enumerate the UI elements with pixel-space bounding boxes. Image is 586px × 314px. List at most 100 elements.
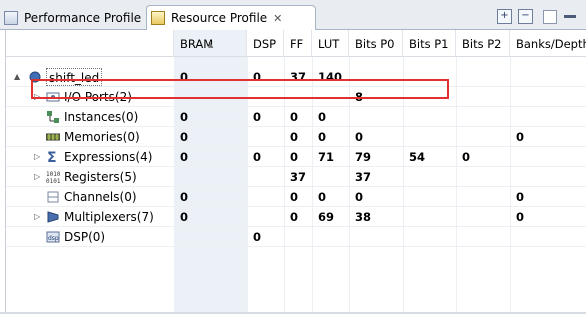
- cell-banks-depth: 0: [516, 130, 525, 144]
- memory-icon: [46, 133, 60, 141]
- cell-lut: [312, 227, 318, 247]
- cell-lut: [312, 167, 318, 187]
- cell-bram: 0: [180, 110, 189, 124]
- cell-bits-p1: 54: [409, 150, 426, 164]
- cell-bits-p0: 0: [355, 190, 364, 204]
- cell-bits-p2: [456, 207, 462, 227]
- cell-bits-p1: [403, 207, 409, 227]
- row-name: Memories(0): [64, 130, 140, 144]
- sort-indicator-icon: ▲: [208, 41, 214, 49]
- row-name: Expressions(4): [64, 150, 153, 164]
- cell-lut: 69: [318, 210, 335, 224]
- cell-bits-p0: 0: [355, 130, 364, 144]
- performance-profile-icon: [4, 10, 18, 25]
- cell-banks-depth: 0: [516, 190, 525, 204]
- table-row[interactable]: ▷ Multiplexers(7) 0 0 69 38 0: [6, 207, 586, 227]
- header-bits-p2[interactable]: Bits P2: [456, 30, 510, 57]
- close-icon[interactable]: ✕: [273, 12, 282, 25]
- minimize-icon[interactable]: [564, 15, 576, 18]
- cell-bits-p1: [403, 167, 409, 187]
- row-name: DSP(0): [64, 230, 106, 244]
- cell-bram: [174, 167, 180, 187]
- cell-bits-p2: [456, 87, 462, 107]
- header-bits-p1[interactable]: Bits P1: [403, 30, 456, 57]
- cell-banks-depth: [510, 147, 516, 167]
- resource-table: ▲ BRAM DSP FF LUT Bits P0 Bits P1 Bits P…: [5, 30, 586, 314]
- resource-profile-icon: [151, 11, 165, 25]
- view-menu-icon[interactable]: [543, 10, 557, 24]
- cell-ff: [284, 227, 290, 247]
- header-bits-p0[interactable]: Bits P0: [349, 30, 403, 57]
- cell-bits-p2: [456, 167, 462, 187]
- table-row[interactable]: ▷ 1010 0101 Registers(5) 37 37: [6, 167, 586, 187]
- cell-bits-p2: [456, 67, 462, 87]
- cell-ff: 0: [290, 190, 299, 204]
- cell-lut: 0: [318, 110, 327, 124]
- cell-dsp: [247, 127, 253, 147]
- cell-bits-p0: [349, 227, 355, 247]
- cell-lut: 0: [318, 190, 327, 204]
- cell-bram: [174, 227, 180, 247]
- cell-banks-depth: [510, 87, 516, 107]
- cell-dsp: 0: [253, 230, 262, 244]
- expand-all-icon[interactable]: +: [497, 9, 512, 24]
- mux-icon: [47, 211, 59, 223]
- expand-toggle-icon[interactable]: ▷: [34, 167, 40, 187]
- cell-bits-p0: 79: [355, 150, 372, 164]
- cell-bits-p1: [403, 227, 409, 247]
- header-banks-depth[interactable]: Banks/Depth: [510, 30, 586, 57]
- table-header: ▲ BRAM DSP FF LUT Bits P0 Bits P1 Bits P…: [6, 30, 586, 57]
- cell-lut: 0: [318, 130, 327, 144]
- cell-bits-p2: [456, 187, 462, 207]
- svg-text:1010: 1010: [46, 171, 60, 178]
- tab-performance-profile[interactable]: Performance Profile: [4, 5, 146, 30]
- expand-toggle-icon[interactable]: ▲: [14, 67, 20, 87]
- header-bram[interactable]: ▲ BRAM: [174, 30, 247, 57]
- row-name: Instances(0): [64, 110, 139, 124]
- cell-dsp: 0: [253, 150, 262, 164]
- table-row[interactable]: ▷ Σ Expressions(4) 0 0 0 71 79 54 0: [6, 147, 586, 167]
- header-dsp[interactable]: DSP: [247, 30, 284, 57]
- expand-toggle-icon[interactable]: ▷: [34, 147, 40, 167]
- io-ports-highlight-box: [31, 79, 449, 99]
- cell-ff: 0: [290, 130, 299, 144]
- cell-bits-p1: [403, 107, 409, 127]
- cell-banks-depth: 0: [516, 210, 525, 224]
- collapse-all-icon[interactable]: −: [518, 9, 533, 24]
- header-name[interactable]: [6, 30, 174, 57]
- tab-label: Performance Profile: [24, 10, 142, 25]
- table-row[interactable]: Instances(0) 0 0 0 0: [6, 107, 586, 127]
- cell-banks-depth: [510, 227, 516, 247]
- table-row[interactable]: Memories(0) 0 0 0 0 0: [6, 127, 586, 147]
- cell-lut: 71: [318, 150, 335, 164]
- instances-icon: [47, 111, 59, 123]
- cell-dsp: [247, 167, 253, 187]
- cell-dsp: [247, 187, 253, 207]
- registers-icon: 10100101: [46, 171, 60, 184]
- cell-bits-p2: [456, 127, 462, 147]
- cell-bits-p2: [456, 227, 462, 247]
- cell-bits-p0: [349, 107, 355, 127]
- svg-text:Σ: Σ: [47, 150, 57, 164]
- cell-bram: 0: [180, 150, 189, 164]
- tab-resource-profile[interactable]: Resource Profile ✕: [146, 5, 316, 30]
- cell-banks-depth: [510, 167, 516, 187]
- dsp-icon: dsp: [46, 231, 60, 243]
- tab-label: Resource Profile: [171, 11, 268, 25]
- expand-toggle-icon[interactable]: ▷: [34, 207, 40, 227]
- header-lut[interactable]: LUT: [312, 30, 349, 57]
- cell-bram: 0: [180, 210, 189, 224]
- table-row[interactable]: dsp DSP(0) 0: [6, 227, 586, 247]
- cell-bits-p1: [403, 127, 409, 147]
- channels-icon: [47, 191, 59, 203]
- cell-bits-p0: 38: [355, 210, 372, 224]
- table-row[interactable]: Channels(0) 0 0 0 0 0: [6, 187, 586, 207]
- cell-bits-p2: [456, 107, 462, 127]
- cell-banks-depth: [510, 67, 516, 87]
- header-ff[interactable]: FF: [284, 30, 312, 57]
- row-name: Multiplexers(7): [64, 210, 154, 224]
- svg-text:dsp: dsp: [48, 235, 59, 242]
- cell-bram: 0: [180, 130, 189, 144]
- cell-ff: 0: [290, 110, 299, 124]
- cell-dsp: [247, 207, 253, 227]
